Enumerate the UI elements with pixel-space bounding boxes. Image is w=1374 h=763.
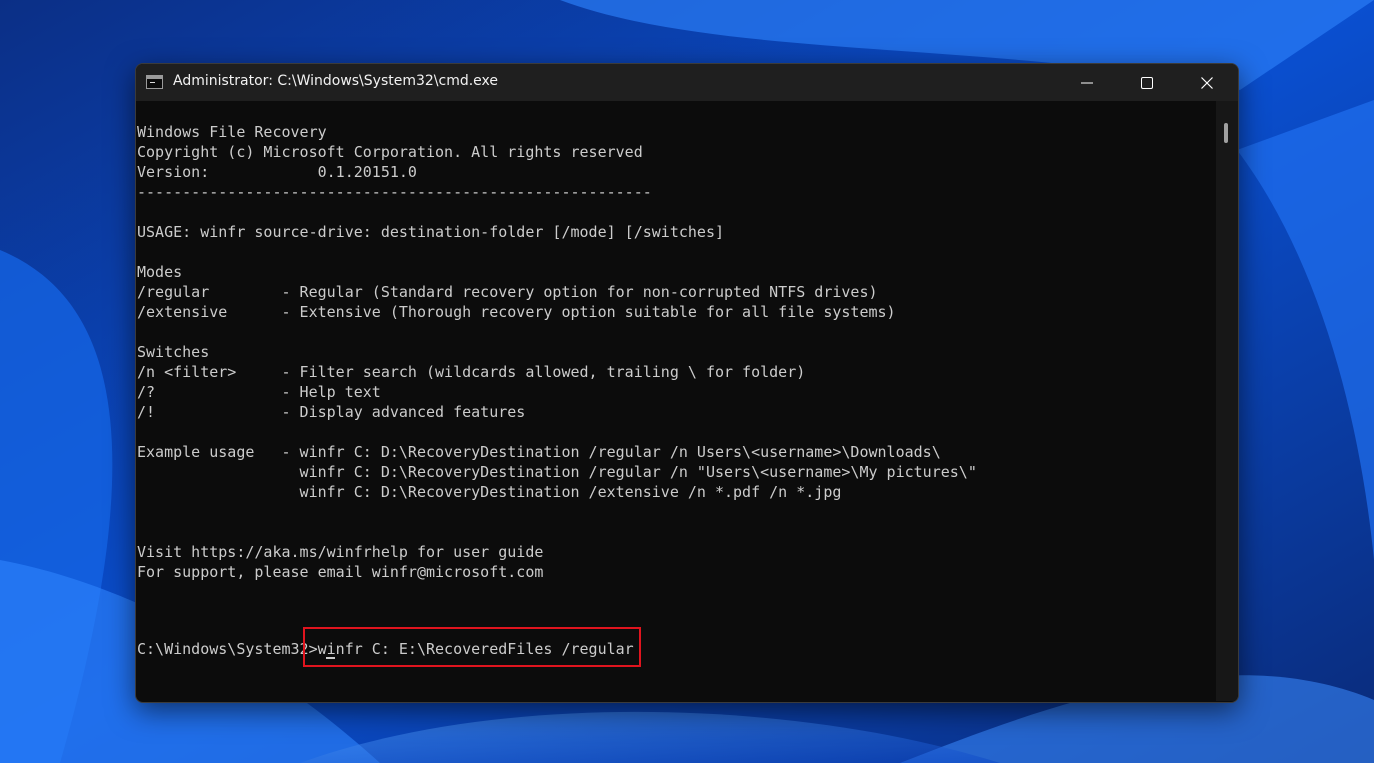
console-line: Switches xyxy=(137,343,210,361)
console-line: /regular - Regular (Standard recovery op… xyxy=(137,283,878,301)
minimize-button[interactable] xyxy=(1058,64,1116,101)
console-line: /! - Display advanced features xyxy=(137,403,526,421)
console-line: Copyright (c) Microsoft Corporation. All… xyxy=(137,143,643,161)
console-line: Version: 0.1.20151.0 xyxy=(137,163,417,181)
console-line: Visit https://aka.ms/winfrhelp for user … xyxy=(137,543,544,561)
title-bar[interactable]: Administrator: C:\Windows\System32\cmd.e… xyxy=(136,64,1238,101)
console-output[interactable]: Windows File Recovery Copyright (c) Micr… xyxy=(136,101,1216,701)
console-line: /n <filter> - Filter search (wildcards a… xyxy=(137,363,806,381)
command-highlight-box xyxy=(303,627,641,667)
command-prompt: C:\Windows\System32> xyxy=(137,640,318,658)
vertical-scrollbar[interactable] xyxy=(1216,101,1238,701)
console-line: /extensive - Extensive (Thorough recover… xyxy=(137,303,896,321)
console-line: winfr C: D:\RecoveryDestination /extensi… xyxy=(137,483,842,501)
window-title: Administrator: C:\Windows\System32\cmd.e… xyxy=(173,73,499,89)
close-button[interactable] xyxy=(1178,64,1236,101)
maximize-button[interactable] xyxy=(1118,64,1176,101)
console-line: USAGE: winfr source-drive: destination-f… xyxy=(137,223,724,241)
scrollbar-thumb[interactable] xyxy=(1224,123,1228,143)
cmd-app-icon xyxy=(146,75,163,89)
console-line: ----------------------------------------… xyxy=(137,183,652,201)
cmd-window: Administrator: C:\Windows\System32\cmd.e… xyxy=(135,63,1239,703)
console-line: winfr C: D:\RecoveryDestination /regular… xyxy=(137,463,977,481)
console-line: Windows File Recovery xyxy=(137,123,327,141)
console-line: Example usage - winfr C: D:\RecoveryDest… xyxy=(137,443,941,461)
console-text: Windows File Recovery Copyright (c) Micr… xyxy=(137,122,977,582)
console-line: /? - Help text xyxy=(137,383,381,401)
console-line: Modes xyxy=(137,263,183,281)
console-line: For support, please email winfr@microsof… xyxy=(137,563,544,581)
